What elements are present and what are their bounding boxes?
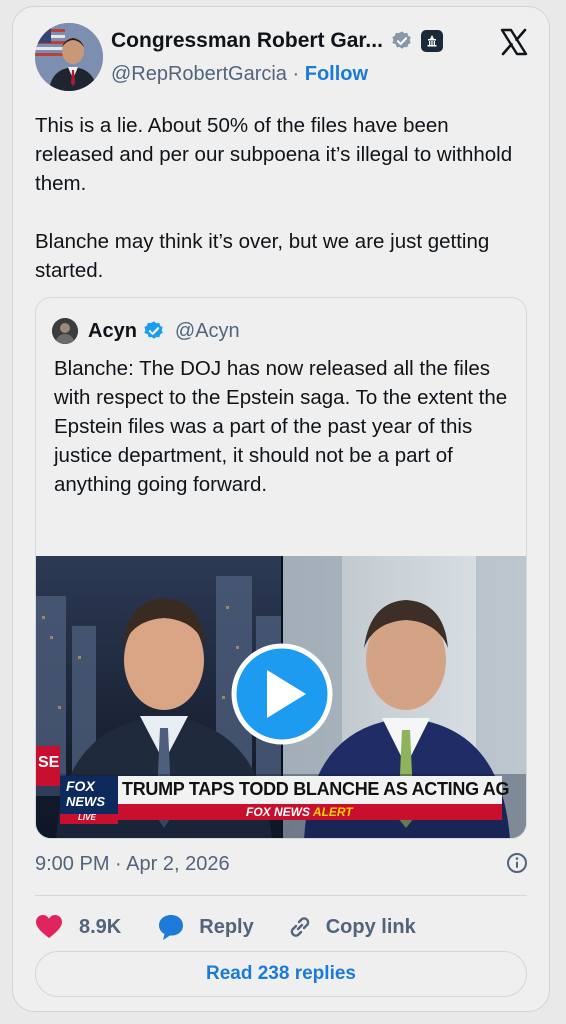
quoted-post-header: Acyn @Acyn [52,318,240,344]
quoted-author-name: Acyn [88,319,137,342]
read-replies-button[interactable]: Read 238 replies [35,951,527,997]
divider [35,895,527,896]
tweet-paragraph: This is a lie. About 50% of the files ha… [35,114,513,195]
author-handle[interactable]: @RepRobertGarcia [111,63,287,85]
author-avatar[interactable] [35,23,103,91]
copy-link-button[interactable]: Copy link [286,913,416,941]
author-name-row: Congressman Robert Gar... [111,29,443,53]
heart-icon [36,915,62,938]
like-count: 8.9K [79,915,122,938]
video-player[interactable]: FOX NEWS LIVE TRUMP TAPS TODD BLANCHE AS… [36,556,526,838]
post-card: Congressman Robert Gar... @RepRobertGarc… [12,6,550,1012]
link-icon [290,917,309,937]
government-badge-icon [420,30,443,52]
play-icon[interactable] [234,646,330,742]
author-handle-row: @RepRobertGarcia · Follow [111,63,368,86]
alert-prefix: FOX NEWS [246,805,311,819]
like-button[interactable]: 8.9K [35,914,121,940]
quoted-post[interactable]: Acyn @Acyn Blanche: The DOJ has now rele… [35,297,527,839]
tweet-text: This is a lie. About 50% of the files ha… [35,111,515,285]
action-bar: 8.9K Reply Copy link [35,907,529,947]
verified-blue-icon [144,321,163,339]
live-tag: LIVE [78,813,96,822]
copy-link-label: Copy link [325,915,416,938]
network-logo-top: FOX [66,778,95,794]
edge-graphic-text: SE [38,754,60,771]
alert-word: ALERT [312,805,353,819]
quoted-author-handle: @Acyn [174,319,240,342]
chyron-headline: TRUMP TAPS TODD BLANCHE AS ACTING AG [122,779,510,799]
reply-button[interactable]: Reply [157,913,254,941]
author-name[interactable]: Congressman Robert Gar... [111,29,383,53]
handle-separator: · [292,63,300,85]
network-logo-bottom: NEWS [66,794,105,809]
reply-label: Reply [199,915,254,938]
quoted-author-avatar [52,318,78,344]
verified-gray-icon [392,31,411,49]
info-icon[interactable] [505,851,529,875]
post-timestamp[interactable]: 9:00 PM · Apr 2, 2026 [35,853,230,876]
x-logo-icon[interactable] [499,27,529,57]
alert-bar: FOX NEWS ALERT [246,805,353,819]
reply-bubble-icon [159,915,184,940]
quoted-post-text: Blanche: The DOJ has now released all th… [54,357,508,496]
tweet-paragraph: Blanche may think it’s over, but we are … [35,230,490,282]
follow-button[interactable]: Follow [305,63,368,85]
